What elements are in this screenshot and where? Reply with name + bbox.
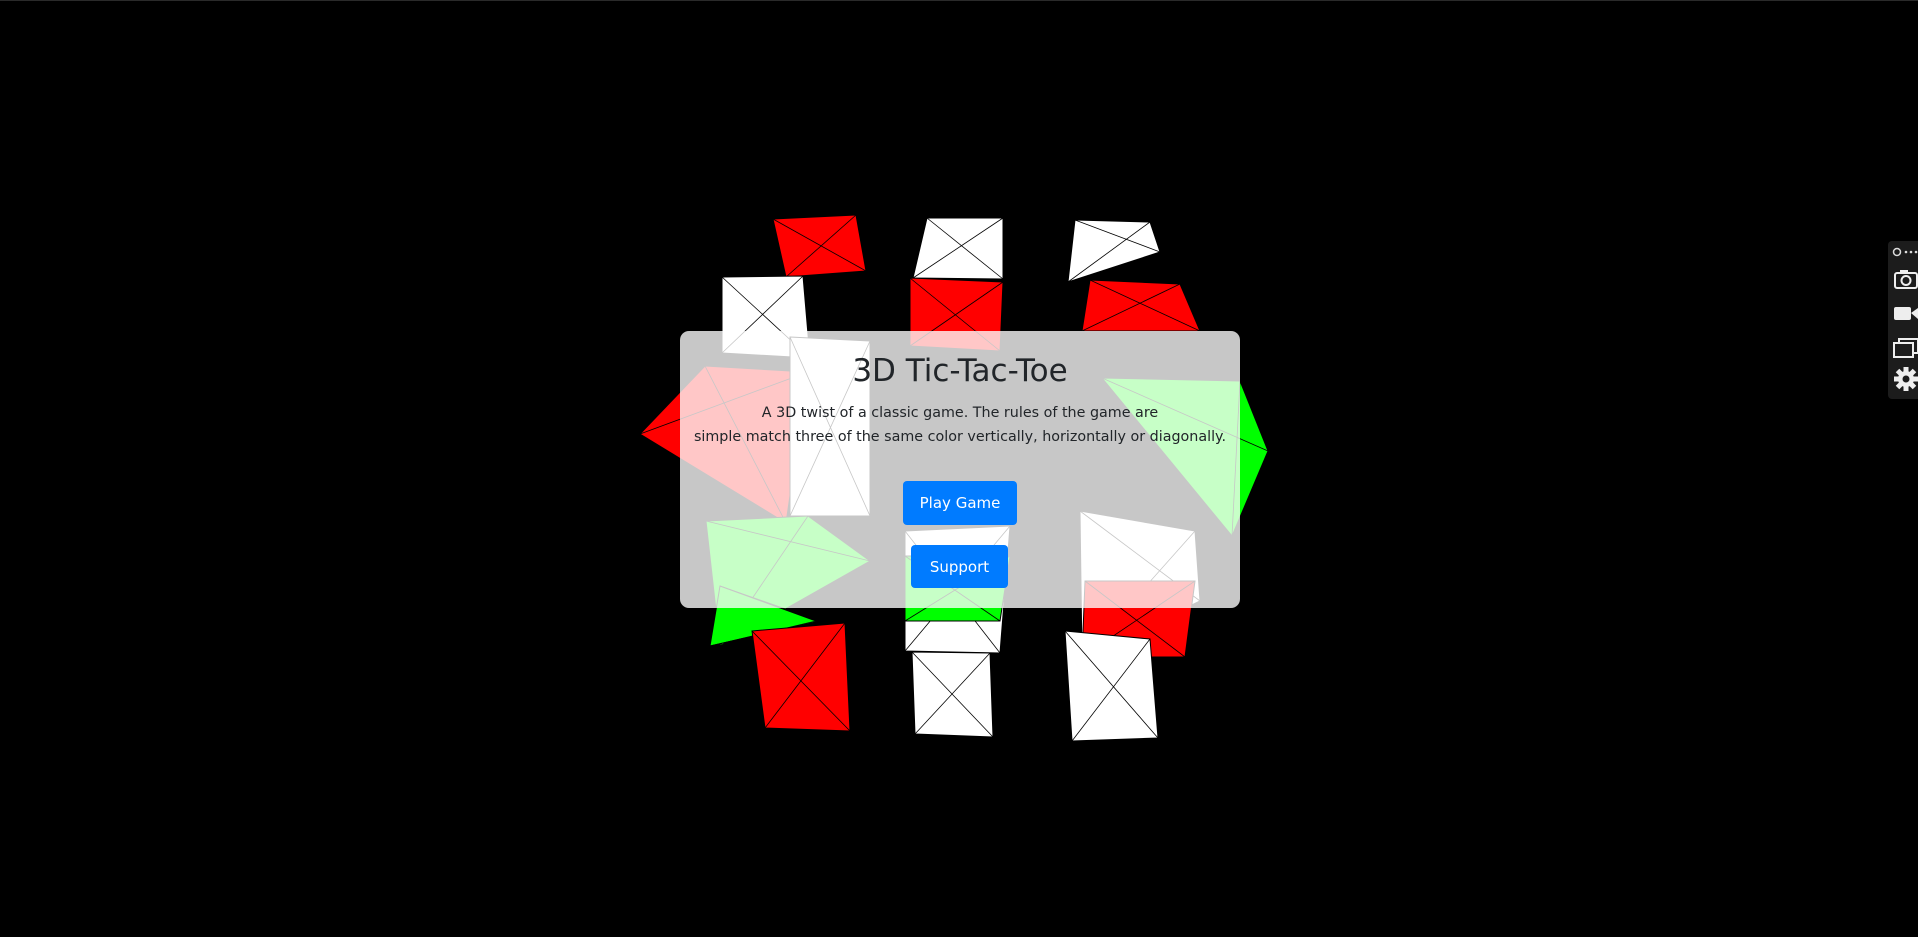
capture-toolbar <box>1888 241 1918 399</box>
game-viewport[interactable]: 3D Tic-Tac-Toe A 3D twist of a classic g… <box>0 0 1918 936</box>
game-description: A 3D twist of a classic game. The rules … <box>680 401 1240 449</box>
pin-more-icon[interactable] <box>1892 245 1918 259</box>
video-camera-icon[interactable] <box>1892 299 1918 327</box>
play-game-button[interactable]: Play Game <box>903 481 1017 525</box>
board-cell-red[interactable] <box>1081 279 1201 332</box>
gear-icon[interactable] <box>1892 365 1918 393</box>
camera-icon[interactable] <box>1892 265 1918 293</box>
support-button[interactable]: Support <box>911 545 1008 588</box>
board-cell-red[interactable] <box>751 622 851 732</box>
description-line-2: simple match three of the same color ver… <box>693 429 1227 445</box>
page-title: 3D Tic-Tac-Toe <box>852 353 1068 389</box>
board-cell-white[interactable] <box>1067 219 1161 283</box>
board-cell-red[interactable] <box>772 214 867 278</box>
description-line-1: A 3D twist of a classic game. The rules … <box>761 405 1159 421</box>
start-menu-panel: 3D Tic-Tac-Toe A 3D twist of a classic g… <box>680 331 1240 608</box>
window-icon[interactable] <box>1892 333 1918 361</box>
